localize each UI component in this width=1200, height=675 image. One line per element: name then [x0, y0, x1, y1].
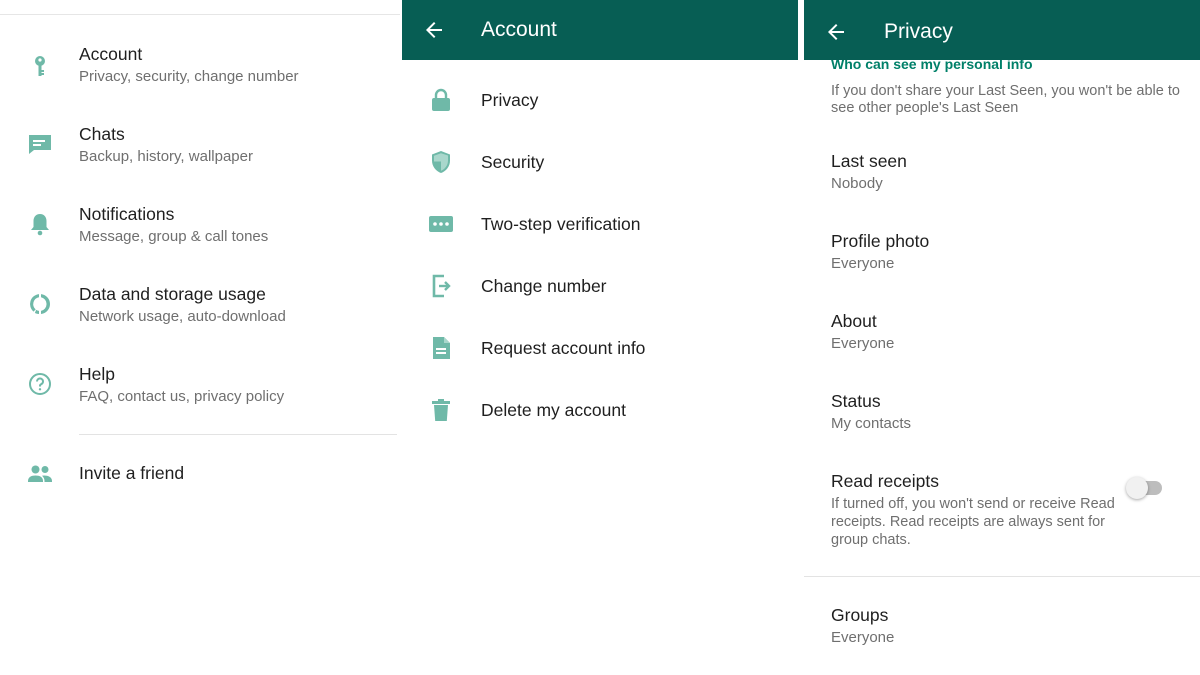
- shield-icon: [428, 149, 454, 175]
- section-divider: [804, 576, 1200, 577]
- last-seen-note: If you don't share your Last Seen, you w…: [831, 83, 1180, 116]
- chat-icon: [26, 130, 54, 158]
- privacy-item-value: Nobody: [831, 175, 883, 192]
- privacy-item-value: Everyone: [831, 629, 895, 646]
- settings-item-title: Account: [79, 44, 143, 64]
- settings-item-title: Notifications: [79, 204, 175, 224]
- lock-icon: [428, 87, 454, 113]
- settings-item-title: Invite a friend: [79, 463, 185, 483]
- privacy-item-title: Profile photo: [831, 231, 930, 251]
- settings-item-account[interactable]: Account Privacy, security, change number: [0, 40, 400, 110]
- back-arrow-icon[interactable]: [422, 18, 446, 42]
- settings-panel: Account Privacy, security, change number…: [0, 0, 400, 675]
- privacy-item-value: Everyone: [831, 335, 895, 352]
- settings-item-subtitle: Message, group & call tones: [79, 228, 269, 245]
- privacy-item-value: My contacts: [831, 415, 912, 432]
- account-item-privacy[interactable]: Privacy: [402, 72, 798, 128]
- settings-item-subtitle: Privacy, security, change number: [79, 68, 299, 85]
- account-item-change-number[interactable]: Change number: [402, 258, 798, 314]
- account-item-delete[interactable]: Delete my account: [402, 382, 798, 438]
- account-panel: Account Privacy Security Two-step verifi…: [402, 0, 798, 675]
- privacy-panel: Who can see my personal info Privacy If …: [804, 0, 1200, 675]
- bell-icon: [26, 210, 54, 238]
- privacy-item-title: Last seen: [831, 151, 907, 171]
- section-divider: [79, 434, 397, 435]
- account-item-label: Two-step verification: [481, 214, 641, 234]
- page-title: Privacy: [884, 20, 953, 43]
- settings-item-subtitle: FAQ, contact us, privacy policy: [79, 388, 285, 405]
- account-app-bar: Account: [402, 0, 798, 60]
- privacy-item-value: Everyone: [831, 255, 895, 272]
- settings-item-help[interactable]: Help FAQ, contact us, privacy policy: [0, 360, 400, 430]
- settings-item-title: Chats: [79, 124, 125, 144]
- read-receipts-description: If turned off, you won't send or receive…: [831, 496, 1115, 548]
- account-item-label: Change number: [481, 276, 607, 296]
- account-item-label: Privacy: [481, 90, 539, 110]
- privacy-item-title: About: [831, 311, 877, 331]
- settings-item-chats[interactable]: Chats Backup, history, wallpaper: [0, 120, 400, 190]
- settings-item-invite[interactable]: Invite a friend: [0, 450, 400, 500]
- account-item-label: Request account info: [481, 338, 646, 358]
- account-item-label: Security: [481, 152, 545, 172]
- data-usage-icon: [26, 290, 54, 318]
- people-icon: [26, 460, 54, 488]
- toggle-thumb: [1126, 477, 1148, 499]
- settings-item-notifications[interactable]: Notifications Message, group & call tone…: [0, 200, 400, 270]
- key-icon: [26, 52, 54, 80]
- settings-item-subtitle: Backup, history, wallpaper: [79, 148, 253, 165]
- change-number-icon: [428, 273, 454, 299]
- account-item-label: Delete my account: [481, 400, 626, 420]
- settings-item-subtitle: Network usage, auto-download: [79, 308, 286, 325]
- account-item-security[interactable]: Security: [402, 134, 798, 190]
- settings-item-title: Help: [79, 364, 115, 384]
- account-item-request-info[interactable]: Request account info: [402, 320, 798, 376]
- account-item-two-step[interactable]: Two-step verification: [402, 196, 798, 252]
- top-divider: [0, 14, 400, 15]
- document-icon: [428, 335, 454, 361]
- privacy-item-title: Read receipts: [831, 471, 939, 491]
- settings-item-title: Data and storage usage: [79, 284, 266, 304]
- read-receipts-toggle[interactable]: [1126, 476, 1162, 499]
- help-icon: [26, 370, 54, 398]
- trash-icon: [428, 397, 454, 423]
- page-title: Account: [481, 18, 557, 41]
- privacy-item-title: Status: [831, 391, 881, 411]
- back-arrow-icon[interactable]: [824, 20, 848, 44]
- dots-icon: [428, 211, 454, 237]
- privacy-item-title: Groups: [831, 605, 889, 625]
- settings-item-data-storage[interactable]: Data and storage usage Network usage, au…: [0, 280, 400, 350]
- privacy-app-bar: Privacy: [804, 0, 1200, 60]
